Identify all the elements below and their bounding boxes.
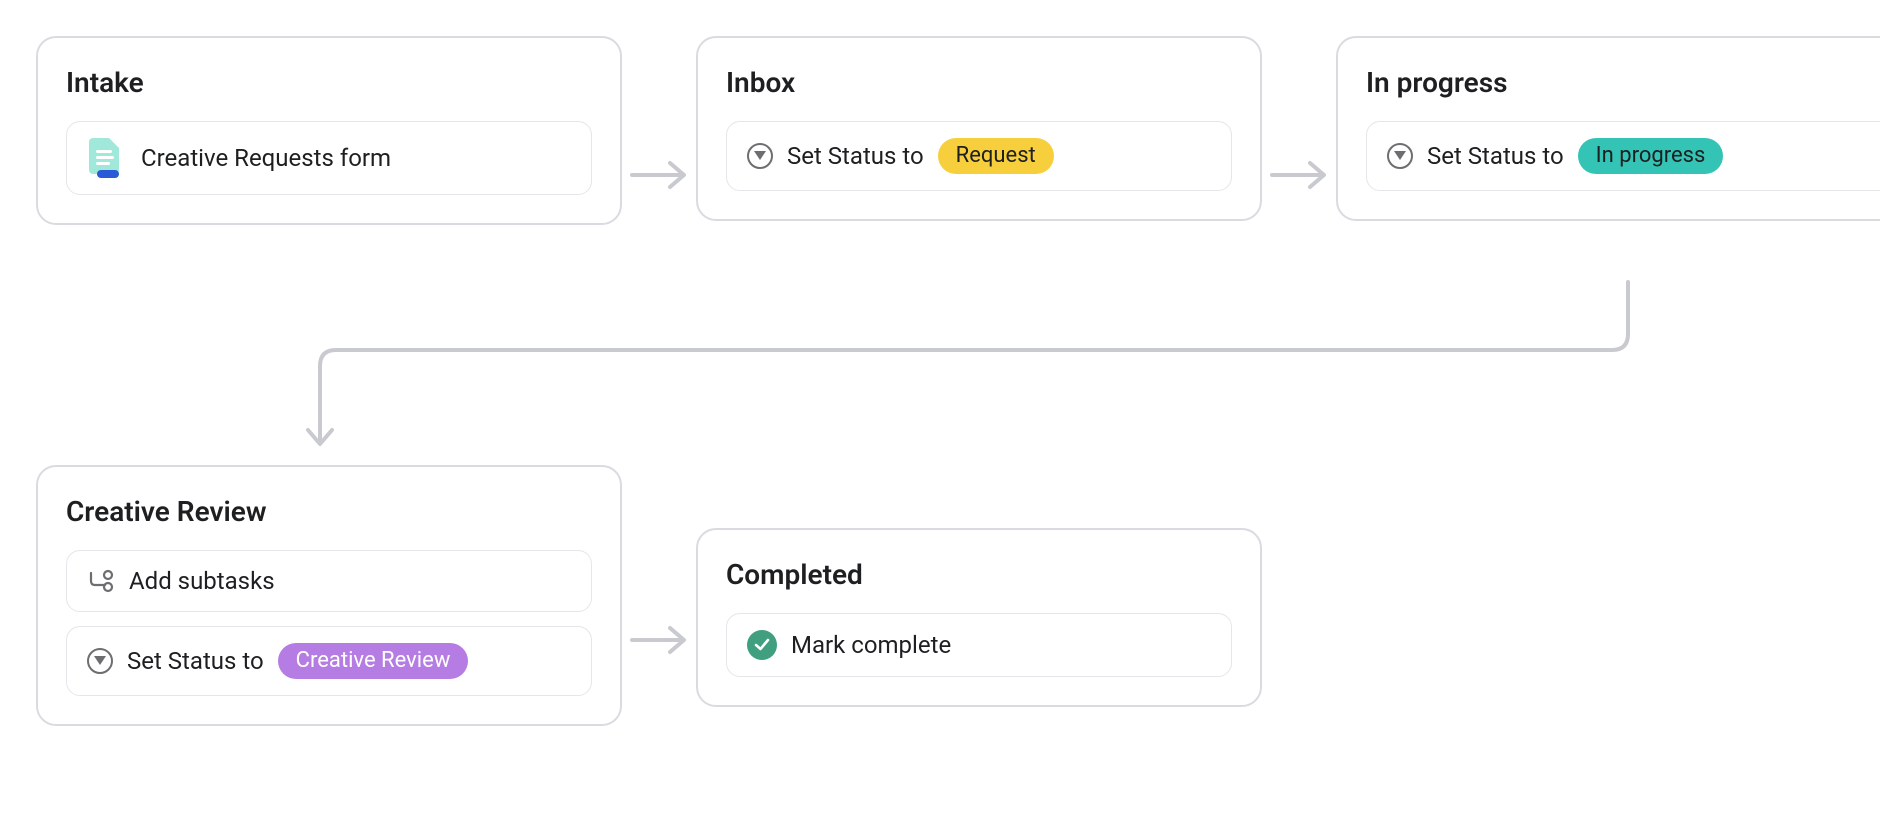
action-mark-complete[interactable]: Mark complete [726,613,1232,677]
stage-creative-review[interactable]: Creative Review Add subtasks Set Status … [36,465,622,726]
stage-title: In progress [1366,66,1880,99]
arrow-icon [1268,155,1332,195]
stage-title: Intake [66,66,592,99]
stage-completed[interactable]: Completed Mark complete [696,528,1262,707]
stage-title: Completed [726,558,1232,591]
arrow-icon [628,620,692,660]
set-status-label: Set Status to [127,647,264,675]
action-add-subtasks[interactable]: Add subtasks [66,550,592,612]
set-status-label: Set Status to [1427,142,1564,170]
status-badge: Creative Review [278,643,469,679]
action-set-status[interactable]: Set Status to Request [726,121,1232,191]
form-name: Creative Requests form [141,144,391,172]
mark-complete-label: Mark complete [791,631,951,659]
stage-in-progress[interactable]: In progress Set Status to In progress [1336,36,1880,221]
stage-intake[interactable]: Intake Creative Requests form [36,36,622,225]
action-set-status[interactable]: Set Status to Creative Review [66,626,592,696]
stage-title: Inbox [726,66,1232,99]
subtasks-icon [87,567,115,595]
arrow-icon [628,155,692,195]
add-subtasks-label: Add subtasks [129,567,275,595]
chevron-down-circle-icon [747,143,773,169]
chevron-down-circle-icon [1387,143,1413,169]
form-icon [87,138,127,178]
action-form-trigger[interactable]: Creative Requests form [66,121,592,195]
stage-title: Creative Review [66,495,592,528]
set-status-label: Set Status to [787,142,924,170]
action-set-status[interactable]: Set Status to In progress [1366,121,1880,191]
chevron-down-circle-icon [87,648,113,674]
status-badge: In progress [1578,138,1724,174]
arrow-connector-icon [300,278,1640,458]
stage-inbox[interactable]: Inbox Set Status to Request [696,36,1262,221]
check-circle-icon [747,630,777,660]
status-badge: Request [938,138,1054,174]
